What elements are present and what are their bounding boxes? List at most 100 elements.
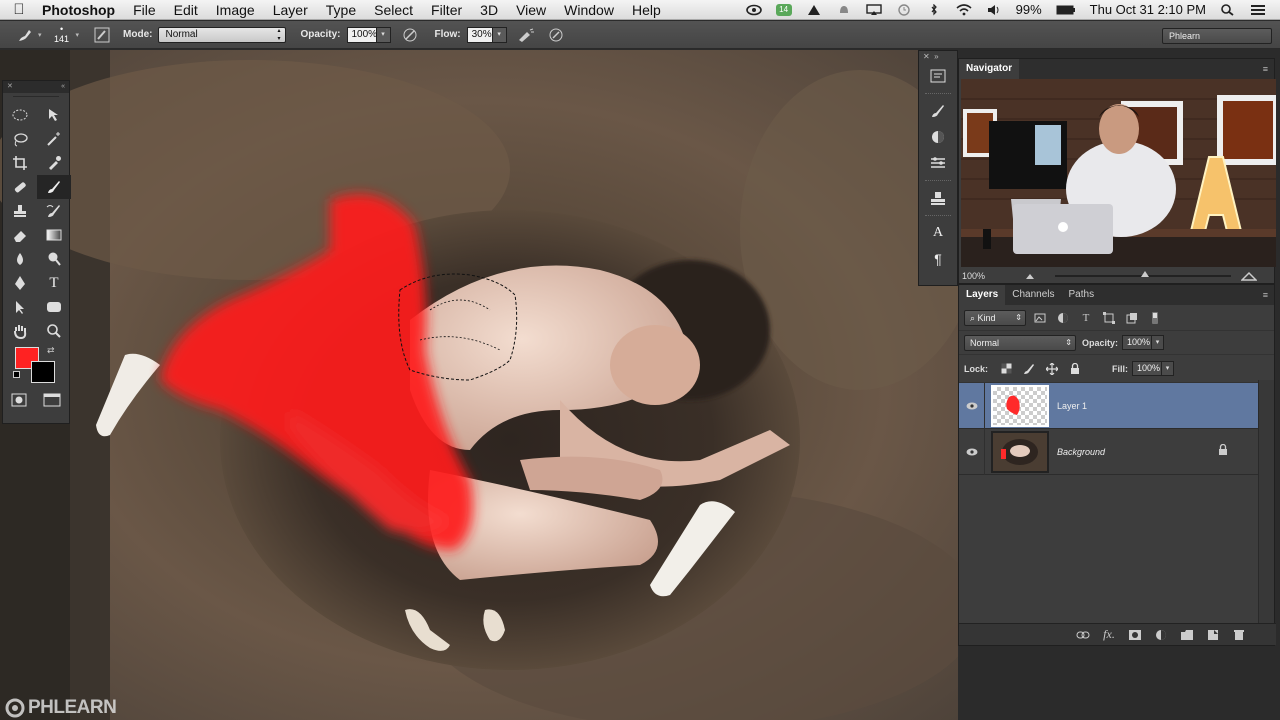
brush-presets-icon[interactable] (923, 98, 953, 124)
opacity-input[interactable]: 100% (346, 26, 377, 43)
workspace-select[interactable]: Phlearn (1162, 28, 1272, 44)
layer-opacity-dropdown[interactable]: ▾ (1152, 335, 1165, 350)
bluetooth-icon[interactable] (926, 4, 942, 16)
character-panel-icon[interactable]: A (923, 220, 953, 246)
paragraph-panel-icon[interactable]: ¶ (923, 246, 953, 272)
filter-pixel-icon[interactable] (1031, 310, 1049, 326)
menu-filter[interactable]: Filter (422, 0, 471, 20)
battery-icon[interactable] (1056, 4, 1076, 16)
path-select-icon[interactable] (3, 295, 37, 319)
preset-dropdown-icon[interactable]: ▾ (38, 31, 42, 39)
background-color-swatch[interactable] (31, 361, 55, 383)
spotlight-icon[interactable] (1220, 4, 1236, 16)
magic-wand-icon[interactable] (37, 127, 71, 151)
wifi-icon[interactable] (956, 4, 972, 16)
filter-shape-icon[interactable] (1100, 310, 1118, 326)
default-colors-icon[interactable] (13, 371, 20, 378)
document-canvas[interactable] (0, 50, 958, 720)
battery-percent[interactable]: 99% (1009, 0, 1049, 20)
new-adjustment-icon[interactable] (1148, 626, 1174, 644)
brush-size-dropdown-icon[interactable]: ▾ (76, 31, 80, 39)
swap-colors-icon[interactable]: ⇄ (47, 345, 55, 356)
menu-image[interactable]: Image (207, 0, 264, 20)
hand-icon[interactable] (3, 319, 37, 343)
zoom-in-icon[interactable] (1241, 271, 1258, 281)
pressure-size-icon[interactable] (545, 24, 567, 46)
move-icon[interactable] (37, 103, 71, 127)
clone-source-icon[interactable] (923, 185, 953, 211)
filter-type-icon[interactable]: T (1077, 310, 1095, 326)
marquee-icon[interactable] (3, 103, 37, 127)
fill-dropdown[interactable]: ▾ (1162, 361, 1175, 376)
layers-scrollbar[interactable] (1258, 380, 1274, 625)
menu-select[interactable]: Select (365, 0, 422, 20)
dodge-icon[interactable] (37, 247, 71, 271)
zoom-slider-knob[interactable] (1141, 271, 1150, 277)
eye-status-icon[interactable] (745, 4, 762, 16)
close-icon[interactable]: ✕ (7, 81, 13, 93)
menu-app-name[interactable]: Photoshop (38, 0, 124, 20)
quick-mask-icon[interactable] (11, 393, 27, 412)
layer-row-layer-1[interactable]: Layer 1 (959, 382, 1258, 429)
brush-panel-toggle-icon[interactable] (91, 24, 113, 46)
collapse-icon[interactable]: « (61, 81, 65, 93)
opacity-dropdown[interactable]: ▾ (376, 26, 391, 43)
apple-menu-icon[interactable]:  (0, 1, 38, 18)
dock-close-icon[interactable]: ✕ » (919, 51, 957, 63)
eyedropper-icon[interactable] (37, 151, 71, 175)
layer-row-background[interactable]: Background (959, 428, 1258, 475)
layer-filter-kind[interactable]: ⌕ Kind (964, 309, 1026, 326)
flow-input[interactable]: 30% (466, 26, 493, 43)
eraser-icon[interactable] (3, 223, 37, 247)
airplay-icon[interactable] (865, 4, 882, 16)
filter-adjustment-icon[interactable] (1054, 310, 1072, 326)
panel-menu-icon[interactable]: ≡ (1263, 59, 1268, 79)
brush-size-picker[interactable]: • 141 (50, 25, 74, 44)
layer-visibility-eye-icon[interactable] (959, 428, 985, 475)
time-machine-icon[interactable] (896, 4, 912, 16)
blur-icon[interactable] (3, 247, 37, 271)
pressure-opacity-icon[interactable] (399, 24, 421, 46)
navigator-zoom-slider[interactable] (1055, 271, 1232, 277)
volume-icon[interactable] (986, 4, 1002, 16)
history-panel-icon[interactable] (923, 63, 953, 89)
lock-position-icon[interactable] (1043, 361, 1061, 377)
gradient-icon[interactable] (37, 223, 71, 247)
layer-name[interactable]: Layer 1 (1057, 401, 1087, 411)
fill-input[interactable]: 100% (1132, 361, 1163, 376)
zoom-out-icon[interactable] (1025, 272, 1035, 280)
delete-layer-icon[interactable] (1226, 626, 1252, 644)
tab-channels[interactable]: Channels (1005, 285, 1061, 305)
menu-3d[interactable]: 3D (471, 0, 507, 20)
stamp-icon[interactable] (3, 199, 37, 223)
layer-visibility-eye-icon[interactable] (959, 382, 985, 429)
tab-navigator[interactable]: Navigator (959, 59, 1020, 79)
lock-transparent-icon[interactable] (997, 361, 1015, 377)
menu-window[interactable]: Window (555, 0, 623, 20)
pen-icon[interactable] (3, 271, 37, 295)
zoom-icon[interactable] (37, 319, 71, 343)
navigator-preview[interactable] (961, 79, 1276, 267)
brush-tool-preset-icon[interactable] (14, 24, 36, 46)
menu-help[interactable]: Help (623, 0, 670, 20)
crop-icon[interactable] (3, 151, 37, 175)
menu-layer[interactable]: Layer (264, 0, 317, 20)
badge-icon[interactable]: 14 (775, 4, 792, 16)
shape-icon[interactable] (37, 295, 71, 319)
menu-edit[interactable]: Edit (165, 0, 207, 20)
tab-paths[interactable]: Paths (1062, 285, 1102, 305)
blend-mode-select[interactable]: Normal (964, 334, 1076, 351)
mode-select[interactable]: Normal (158, 26, 287, 43)
tools-panel-titlebar[interactable]: ✕ « (3, 81, 69, 93)
menu-file[interactable]: File (124, 0, 165, 20)
notification-center-icon[interactable] (1250, 4, 1266, 16)
menu-view[interactable]: View (507, 0, 555, 20)
new-group-icon[interactable] (1174, 626, 1200, 644)
add-mask-icon[interactable] (1122, 626, 1148, 644)
bell-icon[interactable] (836, 4, 852, 16)
brush-icon[interactable] (37, 175, 71, 199)
layer-opacity-input[interactable]: 100% (1122, 335, 1153, 350)
tab-layers[interactable]: Layers (959, 285, 1006, 305)
adjustments-icon[interactable] (923, 124, 953, 150)
link-layers-icon[interactable] (1070, 626, 1096, 644)
